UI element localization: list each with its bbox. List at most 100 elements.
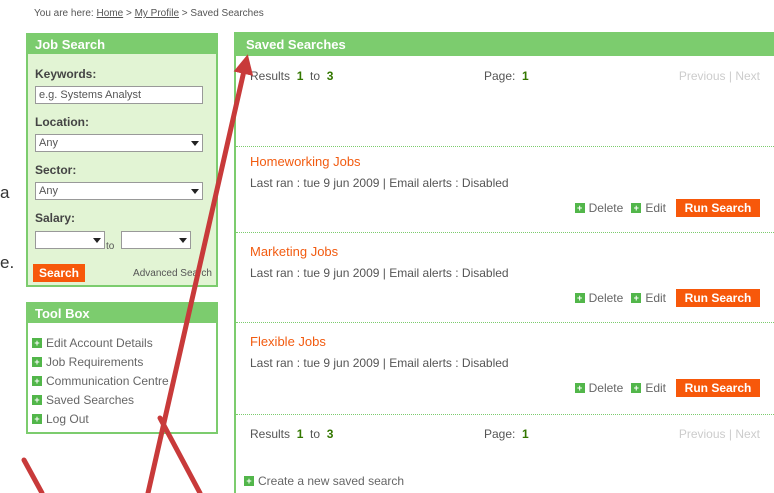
plus-square-icon: + <box>574 293 585 303</box>
tool-box-list: + Edit Account Details + Job Requirements … <box>28 323 216 428</box>
saved-search-meta: Last ran : tue 9 jun 2009 | Email alerts… <box>250 356 509 370</box>
cropped-text: e. <box>0 253 15 272</box>
page-number: 1 <box>522 69 529 83</box>
saved-search-item: Homeworking Jobs Last ran : tue 9 jun 20… <box>250 154 760 224</box>
saved-search-item: Marketing Jobs Last ran : tue 9 jun 2009… <box>250 244 760 314</box>
chevron-down-icon <box>191 141 199 146</box>
plus-square-icon: + <box>574 203 585 213</box>
plus-square-icon: + <box>574 383 585 393</box>
tool-item-job-requirements[interactable]: + Job Requirements <box>32 352 216 371</box>
advanced-search-link[interactable]: Advanced Search <box>133 268 212 279</box>
run-search-button[interactable]: Run Search <box>676 289 760 307</box>
saved-search-actions: + Delete + Edit Run Search <box>574 199 760 217</box>
tool-item-edit-account[interactable]: + Edit Account Details <box>32 333 216 352</box>
saved-search-meta: Last ran : tue 9 jun 2009 | Email alerts… <box>250 266 509 280</box>
results-from: 1 <box>296 69 304 83</box>
plus-square-icon: + <box>32 413 42 424</box>
saved-search-title-link[interactable]: Marketing Jobs <box>250 244 338 259</box>
salary-max-select[interactable] <box>121 231 191 249</box>
delete-button[interactable]: + Delete <box>574 201 624 215</box>
page-label: Page: <box>484 69 516 83</box>
keywords-label: Keywords: <box>35 67 97 81</box>
saved-search-title-link[interactable]: Flexible Jobs <box>250 334 326 349</box>
plus-square-icon: + <box>32 394 42 405</box>
location-select[interactable]: Any <box>35 134 203 152</box>
edit-button[interactable]: + Edit <box>631 201 666 215</box>
run-search-button[interactable]: Run Search <box>676 379 760 397</box>
keywords-input[interactable]: e.g. Systems Analyst <box>35 86 203 104</box>
tool-box-panel: Tool Box + Edit Account Details + Job Requ… <box>26 302 218 434</box>
results-from: 1 <box>296 427 304 441</box>
results-to-word: to <box>310 69 321 83</box>
job-search-panel: Job Search Keywords: e.g. Systems Analys… <box>26 33 218 287</box>
results-summary-bottom: Results 1 to 3 Page: 1 Previous | Next <box>250 427 760 443</box>
chevron-down-icon <box>191 189 199 194</box>
saved-search-actions: + Delete + Edit Run Search <box>574 289 760 307</box>
plus-square-icon: + <box>32 375 42 386</box>
saved-searches-title: Saved Searches <box>236 34 774 56</box>
create-saved-search-link[interactable]: + Create a new saved search <box>244 474 404 488</box>
search-button[interactable]: Search <box>33 264 85 282</box>
results-to: 3 <box>326 427 334 441</box>
saved-search-title-link[interactable]: Homeworking Jobs <box>250 154 361 169</box>
salary-min-select[interactable] <box>35 231 105 249</box>
edit-button[interactable]: + Edit <box>631 291 666 305</box>
plus-square-icon: + <box>32 356 42 367</box>
results-summary-top: Results 1 to 3 Page: 1 Previous | Next <box>250 69 760 85</box>
salary-label: Salary: <box>35 211 76 225</box>
plus-square-icon: + <box>631 383 642 393</box>
breadcrumb-profile-link[interactable]: My Profile <box>135 8 179 19</box>
breadcrumb-separator: > <box>125 8 132 19</box>
salary-to-label: to <box>106 241 115 252</box>
results-to: 3 <box>326 69 334 83</box>
page-indicator: Page: 1 <box>484 69 529 83</box>
job-search-title: Job Search <box>28 35 216 54</box>
results-to-word: to <box>310 427 321 441</box>
edit-label: Edit <box>645 291 666 305</box>
pager: Previous | Next <box>679 69 760 83</box>
breadcrumb-home-link[interactable]: Home <box>96 8 123 19</box>
next-link[interactable]: Next <box>735 427 760 441</box>
page-label: Page: <box>484 427 516 441</box>
edit-label: Edit <box>645 201 666 215</box>
pager-separator: | <box>728 69 732 83</box>
tool-item-communication-centre[interactable]: + Communication Centre <box>32 371 216 390</box>
location-value: Any <box>39 137 58 149</box>
sector-select[interactable]: Any <box>35 182 203 200</box>
create-saved-search-label: Create a new saved search <box>258 474 405 488</box>
divider <box>236 414 774 415</box>
breadcrumb-current: Saved Searches <box>190 8 264 19</box>
page-indicator: Page: 1 <box>484 427 529 441</box>
divider <box>236 322 774 323</box>
results-label: Results <box>250 427 291 441</box>
tool-box-title: Tool Box <box>28 304 216 323</box>
sector-value: Any <box>39 185 58 197</box>
next-link[interactable]: Next <box>735 69 760 83</box>
tool-item-label: Saved Searches <box>46 392 135 407</box>
tool-item-saved-searches[interactable]: + Saved Searches <box>32 390 216 409</box>
results-label: Results <box>250 69 291 83</box>
breadcrumb-separator: > <box>181 8 188 19</box>
delete-button[interactable]: + Delete <box>574 381 624 395</box>
edit-button[interactable]: + Edit <box>631 381 666 395</box>
page-number: 1 <box>522 427 529 441</box>
plus-square-icon: + <box>631 203 642 213</box>
previous-link[interactable]: Previous <box>679 69 726 83</box>
plus-square-icon: + <box>32 337 42 348</box>
delete-button[interactable]: + Delete <box>574 291 624 305</box>
delete-label: Delete <box>588 291 624 305</box>
edit-label: Edit <box>645 381 666 395</box>
delete-label: Delete <box>588 381 624 395</box>
previous-link[interactable]: Previous <box>679 427 726 441</box>
cropped-text: a <box>0 183 10 202</box>
tool-item-log-out[interactable]: + Log Out <box>32 409 216 428</box>
run-search-button[interactable]: Run Search <box>676 199 760 217</box>
pager-separator: | <box>728 427 732 441</box>
divider <box>236 146 774 147</box>
saved-search-item: Flexible Jobs Last ran : tue 9 jun 2009 … <box>250 334 760 404</box>
tool-item-label: Log Out <box>46 411 89 426</box>
sector-label: Sector: <box>35 163 77 177</box>
saved-search-meta: Last ran : tue 9 jun 2009 | Email alerts… <box>250 176 509 190</box>
breadcrumb: You are here: Home > My Profile > Saved … <box>34 8 264 19</box>
delete-label: Delete <box>588 201 624 215</box>
